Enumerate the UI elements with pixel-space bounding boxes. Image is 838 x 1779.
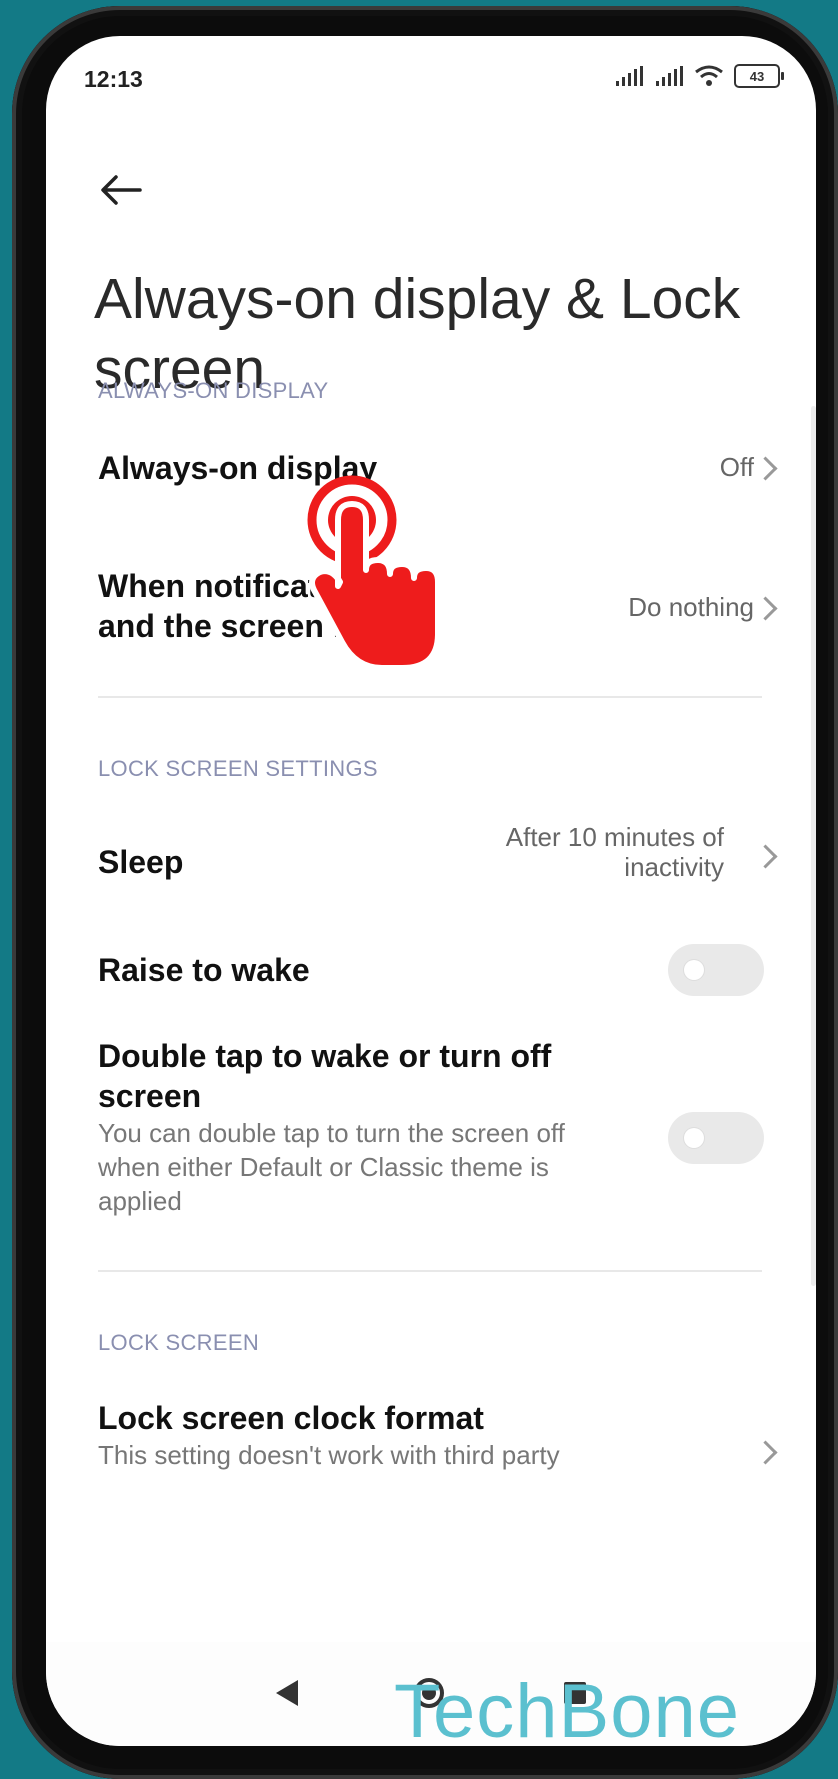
section-header-lock-screen: LOCK SCREEN — [98, 1330, 260, 1355]
status-time: 12:13 — [84, 66, 143, 92]
double-tap-title-line1: Double tap to wake or turn off — [98, 1038, 552, 1074]
toggle-knob — [684, 1128, 704, 1148]
scrollbar[interactable] — [811, 406, 816, 1286]
sleep-row[interactable]: Sleep After 10 minutes of inactivity — [98, 806, 810, 910]
toggle-knob — [684, 960, 704, 980]
clock-format-title: Lock screen clock format — [98, 1400, 484, 1436]
battery-level: 43 — [749, 68, 765, 84]
chevron-right-icon — [753, 456, 778, 481]
sleep-value-line2: inactivity — [624, 852, 724, 882]
double-tap-sub-line3: applied — [98, 1186, 182, 1216]
sleep-value: After 10 minutes of inactivity — [506, 822, 724, 882]
nav-back-icon[interactable] — [276, 1680, 298, 1706]
status-bar: 12:13 43 — [46, 36, 816, 126]
signal-icon — [616, 66, 643, 86]
double-tap-title-line2: screen — [98, 1078, 202, 1114]
battery-icon: 43 — [734, 64, 784, 88]
raise-to-wake-title: Raise to wake — [98, 952, 310, 988]
divider — [98, 1270, 762, 1272]
double-tap-toggle[interactable] — [668, 1112, 764, 1164]
chevron-right-icon — [753, 844, 778, 869]
clock-format-sub: This setting doesn't work with third par… — [98, 1440, 560, 1470]
wifi-icon — [695, 65, 723, 86]
raise-to-wake-toggle[interactable] — [668, 944, 764, 996]
aod-value: Off — [719, 452, 754, 482]
chevron-right-icon — [753, 1440, 778, 1465]
double-tap-sub-line1: You can double tap to turn the screen of… — [98, 1118, 565, 1148]
divider — [98, 696, 762, 698]
double-tap-row[interactable]: Double tap to wake or turn off screen Yo… — [98, 1036, 810, 1236]
chevron-right-icon — [753, 596, 778, 621]
section-header-lock-settings: LOCK SCREEN SETTINGS — [98, 756, 378, 781]
section-header-aod: ALWAYS-ON DISPLAY — [98, 378, 329, 403]
sleep-value-line1: After 10 minutes of — [505, 822, 724, 852]
status-icons: 43 — [614, 64, 784, 88]
double-tap-sub-line2: when either Default or Classic theme is — [98, 1152, 549, 1182]
clock-format-row[interactable]: Lock screen clock format This setting do… — [98, 1390, 810, 1490]
watermark: TechBone — [394, 1669, 741, 1754]
raise-to-wake-row[interactable]: Raise to wake — [98, 920, 810, 1020]
notification-value: Do nothing — [628, 592, 754, 622]
back-arrow-icon[interactable] — [94, 162, 150, 218]
screen: 12:13 43 Always-on display & Lock screen… — [46, 36, 816, 1746]
tap-hand-icon — [307, 475, 441, 671]
sleep-title: Sleep — [98, 844, 184, 880]
signal-icon — [656, 66, 683, 86]
